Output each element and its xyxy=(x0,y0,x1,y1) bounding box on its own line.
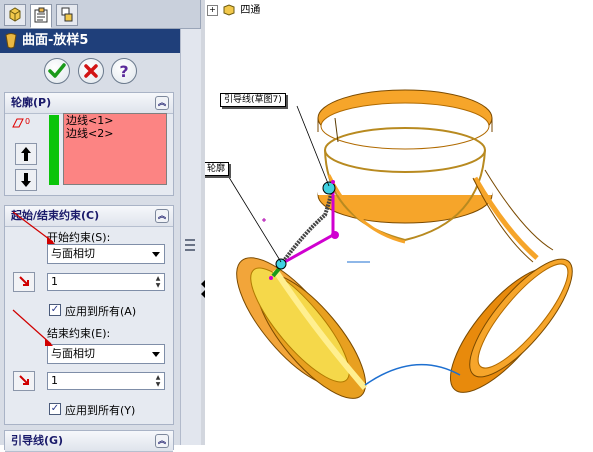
property-manager-panel: 曲面-放样5 ? 轮廓(P) ︽ 0 边线<1> 边线<2> 起始/结束约束(C… xyxy=(0,0,201,452)
move-down-button[interactable] xyxy=(15,169,37,191)
annotation-arrows xyxy=(12,211,55,346)
property-manager-header: 曲面-放样5 xyxy=(0,29,180,53)
left-ring xyxy=(236,257,368,399)
end-apply-all-label: 应用到所有(Y) xyxy=(65,404,136,417)
guide-curves-group: 引导线(G) ︽ xyxy=(4,430,174,452)
move-up-button[interactable] xyxy=(15,143,37,165)
manager-tab-strip xyxy=(0,0,200,29)
help-icon: ? xyxy=(119,62,128,81)
profile-callout[interactable]: 轮廓 xyxy=(205,162,229,176)
list-item[interactable]: 边线<1> xyxy=(64,114,166,127)
chevron-down-icon xyxy=(152,352,160,357)
profile-leader-line xyxy=(226,173,282,263)
configuration-icon xyxy=(61,7,73,22)
end-tangent-length-input[interactable]: 1 ▲ ▼ xyxy=(47,372,165,390)
property-manager-icon xyxy=(34,7,48,23)
guide-curves-group-header[interactable]: 引导线(G) ︽ xyxy=(5,431,173,452)
svg-text:?: ? xyxy=(119,62,128,81)
help-button[interactable]: ? xyxy=(111,58,137,84)
svg-text:0: 0 xyxy=(25,117,30,126)
profile-group-title: 轮廓(P) xyxy=(11,96,52,109)
profile-icon: 0 xyxy=(12,117,30,128)
page-title: 曲面-放样5 xyxy=(22,33,89,48)
start-apply-all-label: 应用到所有(A) xyxy=(65,305,137,318)
profile-selection-bar xyxy=(49,115,59,185)
list-item[interactable]: 边线<2> xyxy=(64,127,166,140)
close-icon xyxy=(84,64,98,78)
cancel-button[interactable] xyxy=(78,58,104,84)
panel-scrollbar[interactable] xyxy=(180,29,201,445)
ok-button[interactable] xyxy=(44,58,70,84)
collapse-icon[interactable]: ︽ xyxy=(155,434,169,448)
check-icon xyxy=(48,63,66,78)
tab-configuration-manager[interactable] xyxy=(56,4,78,26)
scrollbar-grip[interactable] xyxy=(185,239,195,251)
bottom-edge xyxy=(364,363,461,386)
profile-group-header[interactable]: 轮廓(P) ︽ xyxy=(5,93,173,114)
spin-arrows-icon[interactable]: ▲ ▼ xyxy=(153,275,163,289)
arrow-up-icon xyxy=(21,147,31,161)
feature-tree-icon xyxy=(9,7,21,22)
end-tangent-length-value: 1 xyxy=(51,374,58,387)
top-ring xyxy=(317,89,493,244)
model-view[interactable] xyxy=(205,0,593,445)
right-ring xyxy=(449,258,573,393)
graphics-area[interactable]: + 四通 引导线(草图7) 轮廓 xyxy=(205,0,593,445)
chevron-down-icon xyxy=(152,252,160,257)
guide-curves-group-title: 引导线(G) xyxy=(11,434,64,447)
reverse-direction-icon xyxy=(19,375,29,385)
guide-callout[interactable]: 引导线(草图7) xyxy=(220,93,286,107)
spin-arrows-icon[interactable]: ▲ ▼ xyxy=(153,374,163,388)
end-apply-all-checkbox[interactable]: ✓ xyxy=(49,403,61,415)
constraints-group: 起始/结束约束(C) ︽ 开始约束(S): 与面相切 1 ▲ ▼ ✓ 应用到所有(… xyxy=(4,205,174,425)
collapse-icon[interactable]: ︽ xyxy=(155,96,169,110)
tab-property-manager[interactable] xyxy=(30,4,52,28)
end-reverse-direction-button[interactable] xyxy=(13,371,35,391)
collapse-icon[interactable]: ︽ xyxy=(155,209,169,223)
profile-list[interactable]: 边线<1> 边线<2> xyxy=(63,113,167,185)
tab-feature-manager[interactable] xyxy=(4,4,26,26)
loft-surface-icon xyxy=(5,33,17,49)
arrow-down-icon xyxy=(21,173,31,187)
profile-group: 轮廓(P) ︽ 0 边线<1> 边线<2> xyxy=(4,92,174,196)
